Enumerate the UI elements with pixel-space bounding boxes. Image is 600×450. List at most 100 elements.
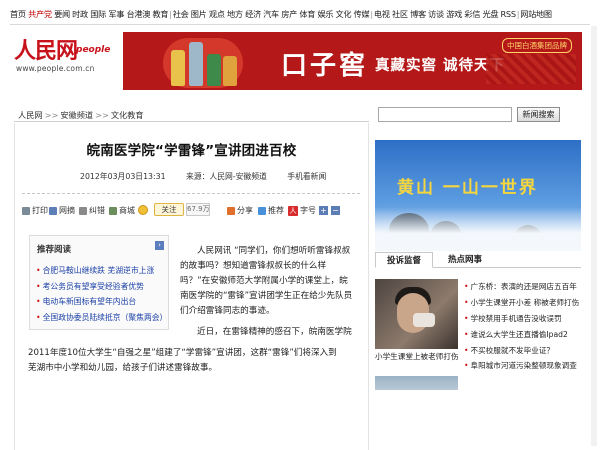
article-source[interactable]: 来源：人民网-安徽频道 (186, 172, 267, 181)
recommend-button[interactable]: 推荐 (258, 205, 284, 216)
news-thumbnail[interactable] (375, 279, 458, 349)
more-arrow-icon[interactable]: › (155, 241, 164, 250)
nav-link[interactable]: 文化 (336, 8, 352, 20)
font-increase-button[interactable]: + (319, 206, 328, 215)
list-item[interactable]: 电动车新国标有望年内出台 (36, 296, 167, 307)
breadcrumb-culture-education[interactable]: 文化教育 (111, 110, 144, 120)
breadcrumb: 人民网 >> 安徽频道 >> 文化教育 (18, 109, 144, 121)
nav-link[interactable]: RSS (501, 9, 516, 19)
list-item[interactable]: 不买校服就不发毕业证？ (464, 345, 579, 356)
nav-link[interactable]: 网站地图 (520, 8, 552, 20)
nav-link[interactable]: 共产党 (28, 8, 52, 20)
nav-link[interactable]: 国际 (90, 8, 106, 20)
list-item[interactable]: 合肥马鞍山继续跌 芜湖逆市上涨 (36, 265, 167, 276)
print-label: 打印 (32, 206, 48, 215)
page-scrollbar[interactable] (591, 26, 597, 446)
nav-link[interactable]: 博客 (410, 8, 426, 20)
list-item[interactable]: 阜阳城市河道污染整顿现象调查 (464, 360, 579, 371)
smile-icon (138, 205, 148, 215)
article-meta: 2012年03月03日13:31 来源：人民网-安徽频道 手机看新闻 (80, 171, 344, 182)
nav-link[interactable]: 电视 (374, 8, 390, 20)
nav-link[interactable]: 房产 (281, 8, 297, 20)
photo-detail (413, 313, 435, 327)
recommended-list: 合肥马鞍山继续跌 芜湖逆市上涨 考公务员有望享受经验者优势 电动车新国标有望年内… (36, 265, 168, 327)
nav-link[interactable]: 地方 (227, 8, 243, 20)
news-search-input[interactable] (378, 107, 512, 122)
nav-link[interactable]: 汽车 (263, 8, 279, 20)
share-label: 分享 (237, 206, 253, 215)
mobile-news-link[interactable]: 手机看新闻 (287, 172, 326, 181)
tab-hot-news[interactable]: 热点网事 (437, 252, 493, 268)
logo-english-text: people (76, 45, 111, 55)
list-item[interactable]: 考公务员有望享受经验者优势 (36, 281, 167, 292)
email-button[interactable]: 网摘 (49, 205, 75, 216)
recommended-reading-box: 推荐阅读 › 合肥马鞍山继续跌 芜湖逆市上涨 考公务员有望享受经验者优势 电动车… (29, 235, 169, 330)
follow-button[interactable]: 关注 (154, 203, 184, 216)
follow-label: 关注 (161, 205, 177, 214)
nav-link[interactable]: 访谈 (428, 8, 444, 20)
list-item[interactable]: 小学生课堂开小差 称被老师打伤 (464, 297, 579, 308)
list-item[interactable]: 广东桥：表演的还是网店五百年 (464, 281, 579, 292)
logo-url-text: www.people.com.cn (16, 64, 95, 73)
nav-link[interactable]: 娱乐 (317, 8, 333, 20)
cloud-layer (375, 207, 581, 251)
breadcrumb-home[interactable]: 人民网 (18, 110, 43, 120)
article-body: 人民网讯 “同学们，你们想听听雷锋叔叔的故事吗？想知道雷锋叔叔长的什么样吗？”在… (180, 244, 356, 346)
nav-link[interactable]: 经济 (245, 8, 261, 20)
print-button[interactable]: 打印 (22, 205, 48, 216)
liquor-banner-ad[interactable]: 口子窖 真藏实窖 诚待天下 中国白酒集团品牌 (123, 32, 582, 90)
breadcrumb-separator: >> (95, 110, 109, 120)
nav-link[interactable]: 图片 (191, 8, 207, 20)
thumbnail-caption[interactable]: 小学生课堂上被老师打伤 (375, 351, 459, 362)
follow-count-badge: 67.9万 (186, 203, 210, 216)
top-divider (10, 24, 590, 25)
breadcrumb-anhui-channel[interactable]: 安徽频道 (60, 110, 93, 120)
news-thumbnail-secondary[interactable] (375, 376, 458, 390)
breadcrumb-separator: >> (44, 110, 59, 120)
nav-link[interactable]: 社区 (392, 8, 408, 20)
sidebar-news-list: 广东桥：表演的还是网店五百年 小学生课堂开小差 称被老师打伤 学校禁用手机通告没… (464, 281, 579, 376)
nav-link[interactable]: 体育 (299, 8, 315, 20)
nav-link[interactable]: 社会 (173, 8, 189, 20)
article-paragraph-continued: 2011年度10位大学生“自强之星”组建了“学雷锋”宣讲团，这群“雷锋”们将深入… (28, 348, 337, 358)
correction-label: 纠错 (89, 206, 105, 215)
font-size-control: 人 字号 + − (288, 205, 340, 216)
nav-link[interactable]: 游戏 (446, 8, 462, 20)
list-item[interactable]: 谁说么大学生还直播偷Ipad2 (464, 329, 579, 340)
banner-pattern (486, 54, 576, 84)
nav-link[interactable]: 军事 (108, 8, 124, 20)
forum-button[interactable]: 商城 (109, 205, 135, 216)
nav-link[interactable]: 光盘 (482, 8, 498, 20)
nav-link[interactable]: 传媒 (354, 8, 370, 20)
list-item[interactable]: 全国政协委员陆续抵京（聚焦两会） (36, 312, 168, 323)
email-label: 网摘 (59, 206, 75, 215)
sidebar-tabs: 投诉监督 热点网事 (375, 252, 581, 268)
people-daily-logo[interactable]: 人民网 people www.people.com.cn (14, 33, 120, 81)
banner-brand-name: 口子窖 (281, 51, 369, 81)
nav-link[interactable]: 首页 (10, 8, 26, 20)
content-fade (20, 383, 365, 395)
nav-link[interactable]: 时政 (72, 8, 88, 20)
article-toolbar: 打印 网摘 纠错 商城 关注 67.9万 分享 推荐 人 字号 + − (22, 203, 362, 221)
nav-link[interactable]: 台港澳 (126, 8, 150, 20)
news-search-button[interactable]: 新闻搜索 (517, 107, 560, 122)
huangshan-title: 黄山 一山一世界 (397, 178, 538, 198)
font-decrease-button[interactable]: − (331, 206, 340, 215)
article-headline: 皖南医学院“学雷锋”宣讲团进百校 (86, 143, 297, 159)
logo-chinese-text: 人民网 (14, 38, 78, 64)
share-button[interactable]: 分享 (227, 205, 253, 216)
article-date: 2012年03月03日13:31 (80, 172, 166, 181)
nav-link[interactable]: 要闻 (54, 8, 70, 20)
huangshan-banner[interactable]: 黄山 一山一世界 (375, 140, 581, 251)
printer-icon (22, 206, 30, 215)
nav-link[interactable]: 教育 (152, 8, 168, 20)
breadcrumb-divider (14, 121, 369, 122)
tab-complaints[interactable]: 投诉监督 (375, 252, 433, 268)
bottle-icon (189, 42, 203, 86)
nav-link[interactable]: 彩信 (464, 8, 480, 20)
nav-link[interactable]: 观点 (209, 8, 225, 20)
correction-button[interactable]: 纠错 (79, 205, 105, 216)
bottle-icon (207, 54, 221, 86)
envelope-icon (49, 206, 57, 215)
list-item[interactable]: 学校禁用手机通告没收误罚 (464, 313, 579, 324)
